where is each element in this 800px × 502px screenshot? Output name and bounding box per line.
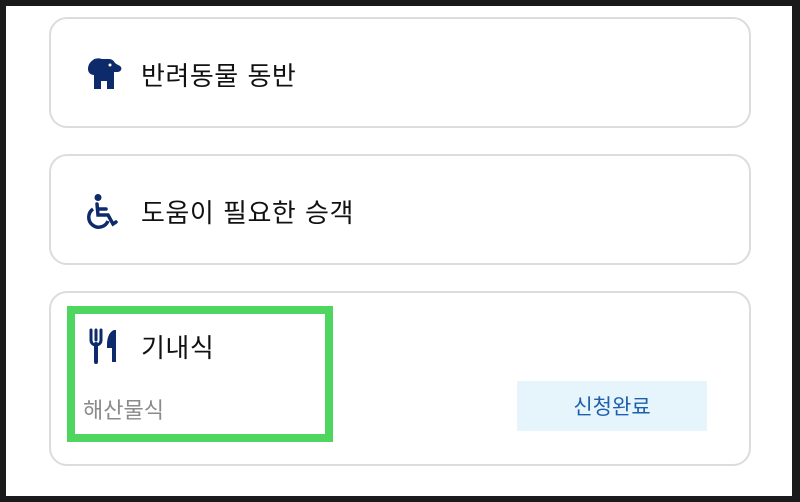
pet-option-card[interactable]: 반려동물 동반 xyxy=(49,17,751,128)
fork-knife-icon xyxy=(85,327,123,365)
screen: 반려동물 동반 도움이 필요한 승객 기내식 해산물식 신청완료 xyxy=(6,6,792,496)
meal-selection-text: 해산물식 xyxy=(83,399,164,424)
pet-option-label: 반려동물 동반 xyxy=(141,61,297,92)
assist-option-row: 도움이 필요한 승객 xyxy=(85,191,354,231)
dog-icon xyxy=(85,55,123,93)
meal-option-row: 기내식 xyxy=(85,326,214,366)
meal-option-card[interactable]: 기내식 해산물식 신청완료 xyxy=(49,291,751,466)
pet-option-row: 반려동물 동반 xyxy=(85,54,296,94)
meal-status-button[interactable]: 신청완료 xyxy=(517,381,707,431)
meal-option-label: 기내식 xyxy=(141,333,215,364)
assist-option-label: 도움이 필요한 승객 xyxy=(141,198,354,229)
wheelchair-icon xyxy=(85,192,123,230)
assist-option-card[interactable]: 도움이 필요한 승객 xyxy=(49,154,751,265)
